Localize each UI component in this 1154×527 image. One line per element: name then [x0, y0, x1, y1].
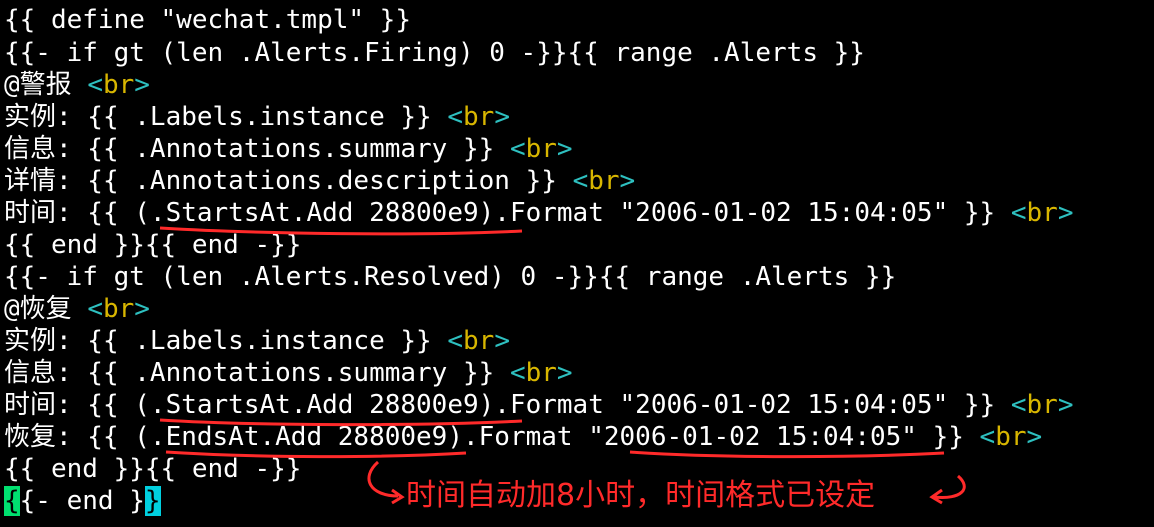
- code-text: 时间: {{ (.StartsAt.Add 28800e9).Format "2…: [4, 390, 1011, 420]
- code-text: 信息: {{ .Annotations.summary }}: [4, 134, 510, 164]
- code-line: {{ define "wechat.tmpl" }}: [4, 4, 411, 36]
- code-text: @恢复: [4, 294, 88, 324]
- arrow-left-icon: [367, 460, 405, 505]
- bracket-match-highlight: }: [144, 486, 161, 516]
- code-line: 信息: {{ .Annotations.summary }} <br>: [4, 133, 573, 165]
- code-line: 恢复: {{ (.EndsAt.Add 28800e9).Format "200…: [4, 421, 1042, 453]
- annotation-note: 时间自动加8小时，时间格式已设定: [406, 478, 876, 513]
- code-line: 信息: {{ .Annotations.summary }} <br>: [4, 357, 573, 389]
- text-cursor: {: [4, 486, 20, 516]
- code-text: {- end }: [19, 486, 145, 516]
- arrow-right-icon: [929, 474, 966, 505]
- code-line: 时间: {{ (.StartsAt.Add 28800e9).Format "2…: [4, 389, 1073, 421]
- code-text: 时间: {{ (.StartsAt.Add 28800e9).Format "2…: [4, 198, 1011, 228]
- code-text: {{ end }}{{ end -}}: [4, 454, 302, 484]
- code-line: {{- end }}: [4, 485, 161, 517]
- terminal-window[interactable]: {{ define "wechat.tmpl" }} {{- if gt (le…: [0, 0, 1154, 527]
- br-tag: <br>: [447, 102, 510, 132]
- code-text: @警报: [4, 70, 88, 100]
- code-line: @警报 <br>: [4, 69, 150, 101]
- code-text: 实例: {{ .Labels.instance }}: [4, 102, 448, 132]
- code-line: 详情: {{ .Annotations.description }} <br>: [4, 165, 635, 197]
- code-line: @恢复 <br>: [4, 293, 150, 325]
- code-line: {{ end }}{{ end -}}: [4, 229, 301, 261]
- code-text: {{ end }}{{ end -}}: [4, 230, 302, 260]
- br-tag: <br>: [572, 166, 636, 196]
- code-text: {{- if gt (len .Alerts.Resolved) 0 -}}{{…: [4, 262, 897, 292]
- br-tag: <br>: [1010, 390, 1074, 420]
- br-tag: <br>: [979, 422, 1043, 452]
- code-line: 时间: {{ (.StartsAt.Add 28800e9).Format "2…: [4, 197, 1073, 229]
- br-tag: <br>: [447, 326, 510, 356]
- br-tag: <br>: [87, 294, 150, 324]
- code-text: 信息: {{ .Annotations.summary }}: [4, 358, 510, 388]
- code-line: 实例: {{ .Labels.instance }} <br>: [4, 325, 510, 357]
- code-text: 恢复: {{ (.EndsAt.Add 28800e9).Format "200…: [4, 422, 980, 452]
- br-tag: <br>: [87, 70, 150, 100]
- code-text: 实例: {{ .Labels.instance }}: [4, 326, 448, 356]
- code-line: {{- if gt (len .Alerts.Resolved) 0 -}}{{…: [4, 261, 896, 293]
- br-tag: <br>: [509, 134, 573, 164]
- code-text: {{- if gt (len .Alerts.Firing) 0 -}}{{ r…: [4, 38, 865, 68]
- code-line: {{- if gt (len .Alerts.Firing) 0 -}}{{ r…: [4, 37, 865, 69]
- code-line: 实例: {{ .Labels.instance }} <br>: [4, 101, 510, 133]
- br-tag: <br>: [1010, 198, 1074, 228]
- code-line: {{ end }}{{ end -}}: [4, 453, 301, 485]
- code-text: {{ define "wechat.tmpl" }}: [4, 5, 411, 35]
- br-tag: <br>: [509, 358, 573, 388]
- code-text: 详情: {{ .Annotations.description }}: [4, 166, 573, 196]
